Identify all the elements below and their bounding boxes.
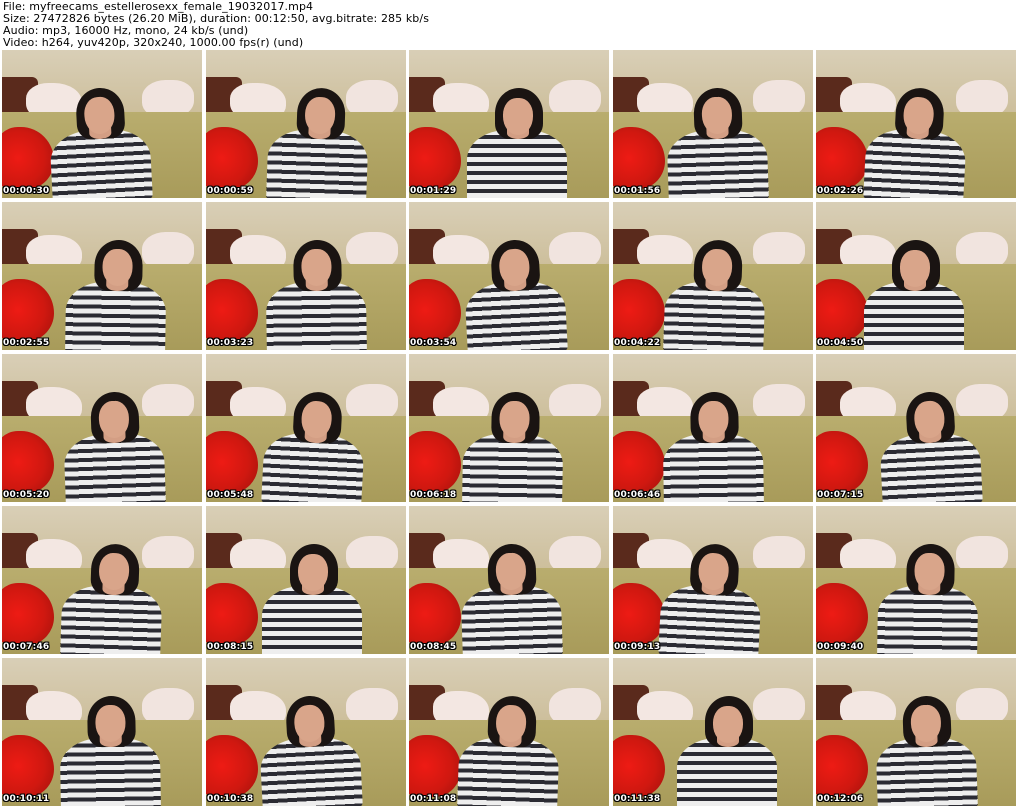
video-thumbnail[interactable]: 00:11:08 [409, 658, 609, 806]
video-thumbnail[interactable]: 00:03:54 [409, 202, 609, 350]
video-thumbnail[interactable]: 00:05:20 [2, 354, 202, 502]
thumbnail-timestamp: 00:06:46 [614, 490, 661, 500]
video-info-line: Video: h264, yuv420p, 320x240, 1000.00 f… [3, 36, 304, 49]
thumbnail-timestamp: 00:07:15 [817, 490, 864, 500]
striped-shirt [662, 433, 764, 502]
thumbnail-timestamp: 00:10:38 [207, 794, 254, 804]
striped-shirt [265, 281, 367, 350]
video-thumbnail[interactable]: 00:10:38 [206, 658, 406, 806]
person-figure [877, 390, 983, 502]
thumbnail-timestamp: 00:10:11 [3, 794, 50, 804]
thumbnail-timestamp: 00:01:29 [410, 186, 457, 196]
thumbnail-grid: 00:00:30 00:00:59 00:01:29 00:01:56 00:02:26… [2, 50, 1022, 810]
video-thumbnail[interactable]: 00:04:22 [613, 202, 813, 350]
striped-shirt [467, 130, 567, 198]
striped-shirt [65, 281, 167, 350]
face-shape [298, 553, 328, 591]
person-figure [257, 694, 363, 806]
video-thumbnail[interactable]: 00:08:15 [206, 506, 406, 654]
video-thumbnail[interactable]: 00:01:56 [613, 50, 813, 198]
video-thumbnail[interactable]: 00:09:13 [613, 506, 813, 654]
thumbnail-timestamp: 00:05:20 [3, 490, 50, 500]
striped-shirt [677, 738, 777, 806]
video-thumbnail[interactable]: 00:02:26 [816, 50, 1016, 198]
thumbnail-timestamp: 00:08:45 [410, 642, 457, 652]
person-figure [877, 544, 979, 654]
person-figure [462, 238, 568, 350]
thumbnail-timestamp: 00:02:26 [817, 186, 864, 196]
video-thumbnail[interactable]: 00:05:48 [206, 354, 406, 502]
striped-shirt [877, 585, 979, 654]
face-shape [713, 705, 743, 743]
thumbnail-timestamp: 00:08:15 [207, 642, 254, 652]
thumbnail-timestamp: 00:04:22 [614, 338, 661, 348]
striped-shirt [864, 282, 964, 350]
person-figure [662, 392, 764, 502]
thumbnail-timestamp: 00:00:30 [3, 186, 50, 196]
video-thumbnail[interactable]: 00:00:59 [206, 50, 406, 198]
person-figure [266, 87, 370, 198]
person-figure [874, 695, 978, 806]
striped-shirt [262, 586, 362, 654]
person-figure [665, 87, 769, 198]
thumbnail-timestamp: 00:04:50 [817, 338, 864, 348]
face-shape [900, 249, 930, 287]
person-figure [462, 392, 564, 502]
video-thumbnail[interactable]: 00:04:50 [816, 202, 1016, 350]
thumbnail-timestamp: 00:11:08 [410, 794, 457, 804]
person-figure [261, 390, 367, 502]
thumbnail-timestamp: 00:03:23 [207, 338, 254, 348]
thumbnail-timestamp: 00:06:18 [410, 490, 457, 500]
thumbnail-timestamp: 00:09:40 [817, 642, 864, 652]
person-figure [457, 695, 561, 806]
thumbnail-timestamp: 00:03:54 [410, 338, 457, 348]
thumbnail-timestamp: 00:12:06 [817, 794, 864, 804]
thumbnail-timestamp: 00:00:59 [207, 186, 254, 196]
video-thumbnail[interactable]: 00:00:30 [2, 50, 202, 198]
person-figure [62, 391, 166, 502]
video-thumbnail[interactable]: 00:12:06 [816, 658, 1016, 806]
video-thumbnail[interactable]: 00:08:45 [409, 506, 609, 654]
video-thumbnail[interactable]: 00:02:55 [2, 202, 202, 350]
striped-shirt [462, 433, 564, 502]
striped-shirt [59, 737, 161, 806]
thumbnail-timestamp: 00:07:46 [3, 642, 50, 652]
video-thumbnail[interactable]: 00:06:18 [409, 354, 609, 502]
person-figure [459, 543, 563, 654]
video-thumbnail[interactable]: 00:07:46 [2, 506, 202, 654]
person-figure [60, 543, 164, 654]
person-figure [265, 240, 367, 350]
person-figure [658, 542, 764, 654]
person-figure [47, 86, 153, 198]
video-thumbnail[interactable]: 00:11:38 [613, 658, 813, 806]
person-figure [863, 86, 969, 198]
video-thumbnail[interactable]: 00:06:46 [613, 354, 813, 502]
person-figure [864, 240, 964, 350]
person-figure [262, 544, 362, 654]
person-figure [677, 696, 777, 806]
person-figure [467, 88, 567, 198]
thumbnail-timestamp: 00:01:56 [614, 186, 661, 196]
person-figure [663, 239, 767, 350]
video-thumbnail[interactable]: 00:03:23 [206, 202, 406, 350]
person-figure [65, 240, 167, 350]
video-thumbnail[interactable]: 00:07:15 [816, 354, 1016, 502]
thumbnail-timestamp: 00:09:13 [614, 642, 661, 652]
thumbnail-timestamp: 00:05:48 [207, 490, 254, 500]
person-figure [59, 696, 161, 806]
thumbnail-timestamp: 00:02:55 [3, 338, 50, 348]
face-shape [503, 97, 533, 135]
video-thumbnail[interactable]: 00:09:40 [816, 506, 1016, 654]
thumbnail-timestamp: 00:11:38 [614, 794, 661, 804]
video-thumbnail[interactable]: 00:01:29 [409, 50, 609, 198]
file-info-header: File: myfreecams_estellerosexx_female_19… [3, 1, 1021, 49]
video-thumbnail[interactable]: 00:10:11 [2, 658, 202, 806]
